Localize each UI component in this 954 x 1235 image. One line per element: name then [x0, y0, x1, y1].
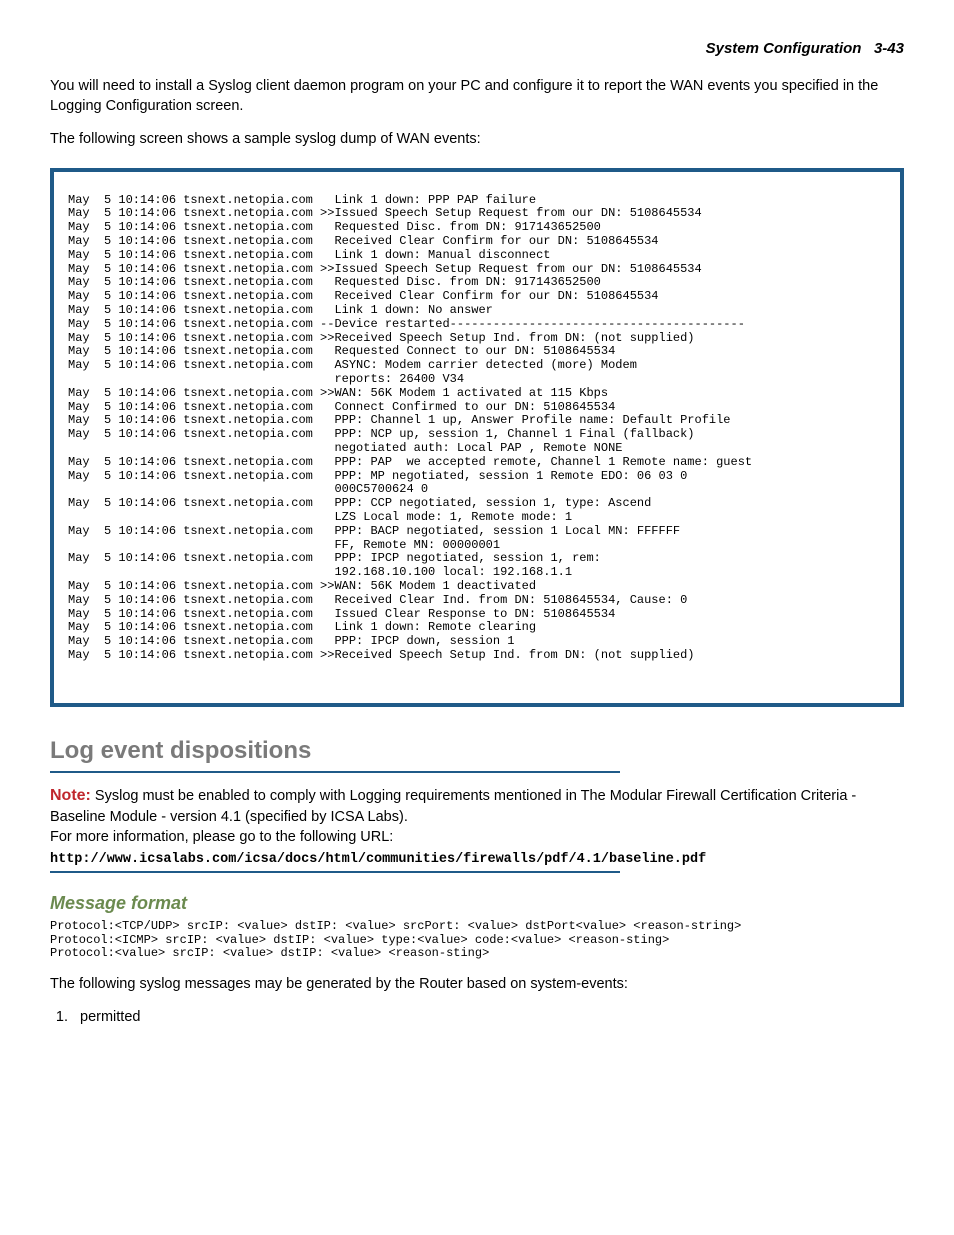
log-event-dispositions-heading: Log event dispositions: [50, 737, 904, 765]
list-item: permitted: [72, 1009, 904, 1025]
section-name: System Configuration: [706, 40, 862, 57]
message-format-block: Protocol:<TCP/UDP> srcIP: <value> dstIP:…: [50, 920, 904, 961]
syslog-dump-box: May 5 10:14:06 tsnext.netopia.com Link 1…: [50, 168, 904, 707]
reference-url: http://www.icsalabs.com/icsa/docs/html/c…: [50, 852, 904, 867]
intro-paragraph-2: The following screen shows a sample sysl…: [50, 130, 904, 150]
divider-rule-2: [50, 871, 620, 873]
events-intro: The following syslog messages may be gen…: [50, 975, 904, 995]
note-label: Note:: [50, 787, 91, 804]
note-block: Note: Syslog must be enabled to comply w…: [50, 785, 904, 848]
note-text-1: Syslog must be enabled to comply with Lo…: [50, 788, 856, 825]
message-format-heading: Message format: [50, 893, 904, 914]
divider-rule: [50, 771, 620, 773]
page-number: 3-43: [874, 40, 904, 57]
events-list: permitted: [50, 1009, 904, 1025]
page-header: System Configuration 3-43: [50, 40, 904, 57]
intro-paragraph-1: You will need to install a Syslog client…: [50, 77, 904, 116]
note-text-2: For more information, please go to the f…: [50, 829, 393, 845]
